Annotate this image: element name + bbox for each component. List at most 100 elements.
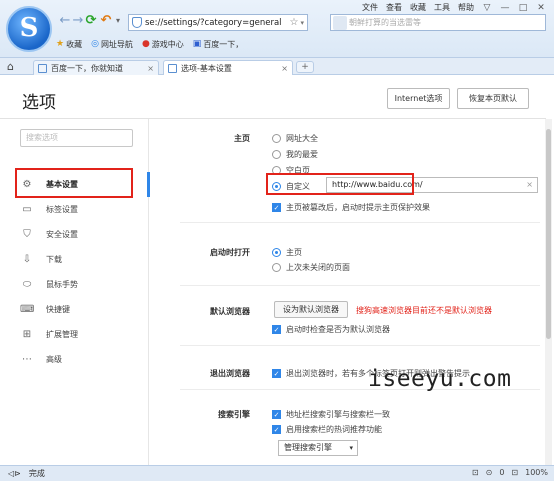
- clear-icon[interactable]: ×: [526, 178, 533, 192]
- option-label: 主页: [286, 248, 302, 257]
- page-icon: [38, 63, 47, 73]
- options-search-input[interactable]: 搜索选项: [20, 129, 133, 147]
- checkbox-checked[interactable]: ✓: [272, 410, 281, 419]
- sidebar-item-gestures[interactable]: ⬭ 鼠标手势: [4, 272, 145, 297]
- mouse-icon: ⬭: [22, 279, 32, 290]
- set-default-browser-button[interactable]: 设为默认浏览器: [274, 301, 348, 318]
- exit-browser-label: 退出浏览器: [210, 369, 250, 378]
- close-window-icon[interactable]: ✕: [536, 3, 546, 13]
- checkbox-checked[interactable]: ✓: [272, 369, 281, 378]
- restore-defaults-button[interactable]: 恢复本页默认: [457, 88, 529, 109]
- settings-content: 主页 网址大全 我的最爱 空白页 自定义 http://www.baidu.co…: [150, 119, 542, 465]
- bookmark-star-icon[interactable]: ☆: [290, 17, 299, 28]
- homepage-option-navigation[interactable]: 网址大全: [272, 133, 318, 144]
- search-engine-label: 搜索引擎: [218, 410, 250, 419]
- home-icon[interactable]: ⌂: [7, 60, 14, 73]
- new-tab-button[interactable]: +: [296, 61, 314, 73]
- more-icon: ⋯: [22, 354, 32, 365]
- forward-icon[interactable]: →: [71, 14, 85, 28]
- scrollbar-thumb[interactable]: [546, 129, 551, 339]
- checkbox-label: 主页被篡改后，启动时提示主页保护效果: [286, 203, 430, 212]
- menu-view[interactable]: 查看: [386, 2, 402, 13]
- hotword-checkbox[interactable]: ✓ 启用搜索栏的热词推荐功能: [272, 424, 382, 435]
- highlight-box-sidebar: [15, 168, 133, 198]
- homepage-option-favorites[interactable]: 我的最爱: [272, 149, 318, 160]
- sidebar: 搜索选项 ⚙ 基本设置 ▭ 标签设置 ⛉ 安全设置 ⇩ 下载 ⬭ 鼠标手势 ⌨ …: [4, 119, 150, 465]
- watermark: iseeyu.com: [368, 366, 512, 392]
- section-divider: [180, 345, 540, 346]
- sidebar-item-advanced[interactable]: ⋯ 高级: [4, 347, 145, 372]
- close-tab-icon[interactable]: ×: [281, 64, 288, 73]
- sogou-logo-icon[interactable]: S: [6, 6, 52, 52]
- download-count[interactable]: 0: [499, 468, 504, 477]
- back-icon[interactable]: ←: [58, 14, 72, 28]
- check-default-checkbox[interactable]: ✓ 启动时检查是否为默认浏览器: [272, 324, 390, 335]
- scrollbar[interactable]: [545, 119, 552, 465]
- minimize-icon[interactable]: —: [500, 3, 510, 13]
- skin-icon[interactable]: ▽: [482, 3, 492, 13]
- sidebar-item-label: 下载: [46, 255, 62, 264]
- star-icon: ★: [56, 39, 65, 49]
- sidebar-item-extensions[interactable]: ⊞ 扩展管理: [4, 322, 145, 347]
- fav-item-games[interactable]: ● 游戏中心: [142, 39, 184, 50]
- sidebar-item-label: 安全设置: [46, 230, 78, 239]
- radio-button-selected[interactable]: [272, 248, 281, 257]
- homepage-protect-checkbox[interactable]: ✓ 主页被篡改后，启动时提示主页保护效果: [272, 202, 430, 213]
- image-icon[interactable]: ⊙: [486, 468, 493, 477]
- settings-page-icon: [168, 63, 177, 73]
- tab-baidu[interactable]: 百度一下，你就知道 ×: [33, 60, 159, 75]
- select-value: 管理搜索引擎: [284, 443, 332, 452]
- checkbox-label: 启用搜索栏的热词推荐功能: [286, 425, 382, 434]
- tab-settings[interactable]: 选项-基本设置 ×: [163, 60, 293, 75]
- fav-item-nav[interactable]: ◎ 网址导航: [91, 39, 133, 50]
- close-tab-icon[interactable]: ×: [147, 64, 154, 73]
- shield-icon: ⛉: [23, 229, 31, 240]
- zoom-level[interactable]: 100%: [525, 468, 548, 477]
- speaker-icon[interactable]: ⊡: [472, 468, 479, 477]
- section-divider: [180, 222, 540, 223]
- checkbox-checked[interactable]: ✓: [272, 325, 281, 334]
- secure-shield-icon: [132, 17, 142, 28]
- startup-label: 启动时打开: [210, 248, 250, 257]
- tab-label: 百度一下，你就知道: [51, 63, 123, 73]
- fav-item-favorites[interactable]: ★ 收藏: [56, 39, 82, 50]
- menu-help[interactable]: 帮助: [458, 2, 474, 13]
- sidebar-item-tabs[interactable]: ▭ 标签设置: [4, 197, 145, 222]
- status-bar: ◁⊳ 完成 ⊡ ⊙ 0 ⊡ 100%: [0, 465, 554, 481]
- fav-label: 收藏: [66, 39, 83, 49]
- game-icon: ●: [141, 39, 150, 49]
- tab-icon: ▭: [22, 204, 32, 215]
- refresh-icon[interactable]: ⟳: [84, 14, 98, 28]
- internet-options-button[interactable]: Internet选项: [387, 88, 450, 109]
- search-sync-checkbox[interactable]: ✓ 地址栏搜索引擎与搜索栏一致: [272, 409, 390, 420]
- sidebar-item-shortcuts[interactable]: ⌨ 快捷键: [4, 297, 145, 322]
- status-text: 完成: [28, 469, 45, 478]
- address-bar[interactable]: se://settings/?category=general ☆ ▾: [128, 14, 308, 31]
- page-title: 选项: [22, 93, 56, 113]
- address-dropdown-icon[interactable]: ▾: [300, 19, 304, 27]
- sidebar-item-download[interactable]: ⇩ 下载: [4, 247, 145, 272]
- address-url[interactable]: se://settings/?category=general: [145, 18, 288, 28]
- search-bar[interactable]: 朝鲜打算的当选雷等: [330, 14, 546, 31]
- startup-option-homepage[interactable]: 主页: [272, 247, 302, 258]
- menu-tools[interactable]: 工具: [434, 2, 450, 13]
- radio-button[interactable]: [272, 263, 281, 272]
- menu-file[interactable]: 文件: [362, 2, 378, 13]
- screen-icon[interactable]: ⊡: [511, 468, 518, 477]
- undo-dropdown-icon[interactable]: ▾: [111, 14, 125, 28]
- radio-button[interactable]: [272, 150, 281, 159]
- checkbox-checked[interactable]: ✓: [272, 203, 281, 212]
- baidu-icon: ▣: [192, 39, 202, 49]
- sidebar-toggle-icon[interactable]: ◁⊳: [8, 469, 21, 478]
- fav-item-baidu[interactable]: ▣ 百度一下，: [193, 39, 244, 50]
- manage-search-engine-select[interactable]: 管理搜索引擎 ▾: [278, 440, 358, 456]
- menu-bar: 文件 查看 收藏 工具 帮助 ▽ — □ ✕: [358, 1, 550, 14]
- radio-button[interactable]: [272, 134, 281, 143]
- fav-label: 百度一下，: [203, 39, 244, 49]
- search-engine-icon[interactable]: [333, 15, 347, 30]
- sidebar-item-security[interactable]: ⛉ 安全设置: [4, 222, 145, 247]
- checkbox-checked[interactable]: ✓: [272, 425, 281, 434]
- startup-option-last-session[interactable]: 上次未关闭的页面: [272, 262, 350, 273]
- menu-favorites[interactable]: 收藏: [410, 2, 426, 13]
- maximize-icon[interactable]: □: [518, 3, 528, 13]
